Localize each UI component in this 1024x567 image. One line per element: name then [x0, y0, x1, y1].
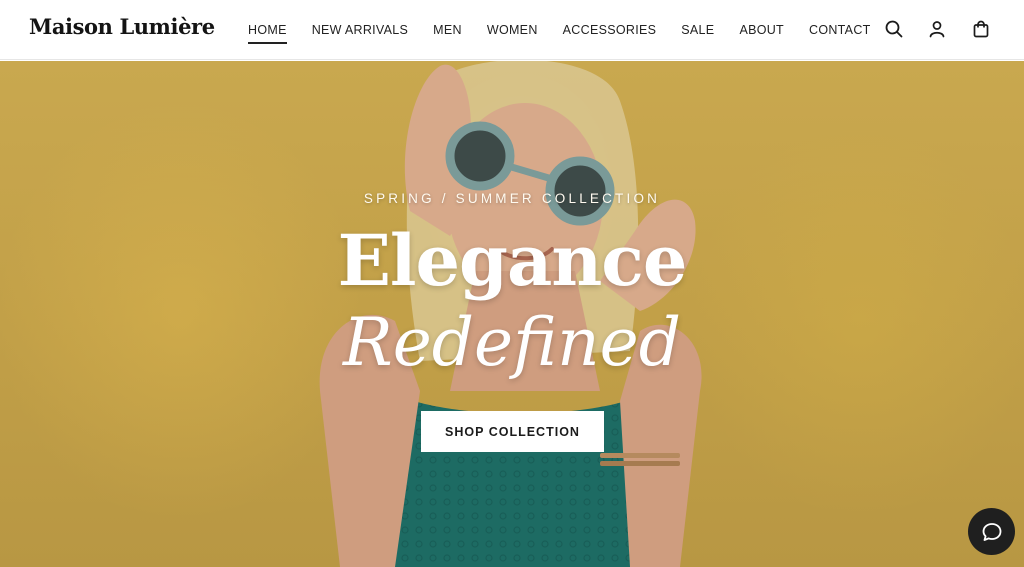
account-button[interactable] [924, 16, 950, 42]
account-icon [929, 21, 945, 38]
nav-item-new-arrivals[interactable]: NEW ARRIVALS [312, 19, 408, 41]
chat-bubble-icon [982, 522, 1001, 541]
hero-content: SPRING / SUMMER COLLECTION Elegance Rede… [0, 61, 1024, 567]
nav-item-about[interactable]: ABOUT [739, 19, 784, 41]
chat-button[interactable] [968, 508, 1015, 555]
nav-item-sale[interactable]: SALE [681, 19, 714, 41]
site-header: Maison Lumière HOME NEW ARRIVALS MEN WOM… [0, 0, 1024, 60]
main-nav: HOME NEW ARRIVALS MEN WOMEN ACCESSORIES … [248, 0, 896, 60]
nav-item-home[interactable]: HOME [248, 19, 287, 44]
hero-subtitle: SPRING / SUMMER COLLECTION [363, 191, 661, 206]
nav-item-women[interactable]: WOMEN [487, 19, 538, 41]
nav-item-men[interactable]: MEN [433, 19, 462, 41]
search-icon [885, 20, 903, 38]
hero-banner: SPRING / SUMMER COLLECTION Elegance Rede… [0, 61, 1024, 567]
brand-logo[interactable]: Maison Lumière [29, 14, 215, 39]
cart-icon [973, 20, 989, 38]
shop-collection-button[interactable]: SHOP COLLECTION [421, 411, 604, 452]
nav-item-contact[interactable]: CONTACT [809, 19, 871, 41]
hero-title-line2: Redefined [343, 304, 681, 381]
nav-item-accessories[interactable]: ACCESSORIES [563, 19, 657, 41]
search-button[interactable] [881, 16, 907, 42]
cart-button[interactable] [968, 16, 994, 42]
hero-title-line1: Elegance [337, 219, 688, 302]
